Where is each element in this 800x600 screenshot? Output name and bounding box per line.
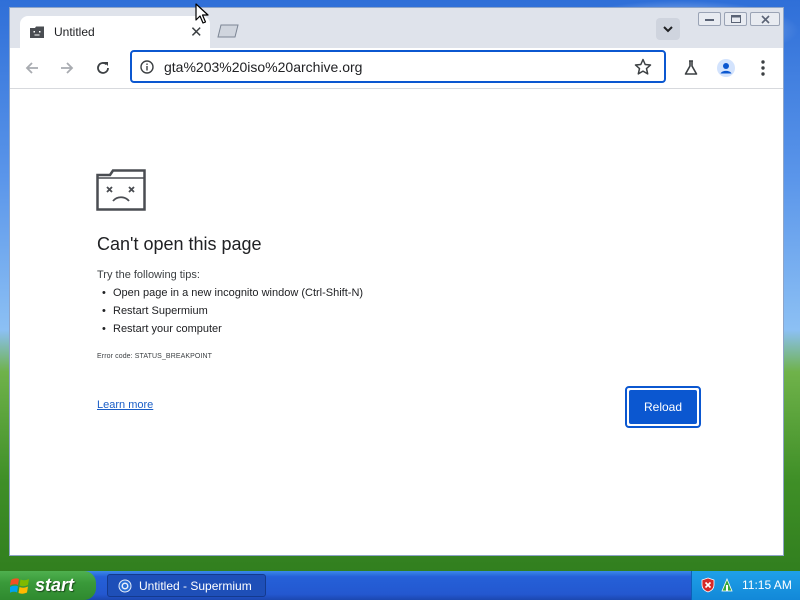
windows-logo-icon xyxy=(10,577,29,594)
tab-untitled[interactable]: Untitled ✕ xyxy=(20,16,210,48)
clock: 11:15 AM xyxy=(742,578,792,592)
bookmark-star-icon[interactable] xyxy=(634,58,652,76)
new-tab-icon[interactable] xyxy=(217,24,239,38)
tab-search-button[interactable] xyxy=(656,18,680,40)
error-code: Error code: STATUS_BREAKPOINT xyxy=(97,353,213,360)
sad-folder-favicon-icon xyxy=(30,26,44,38)
sad-folder-icon xyxy=(96,169,146,211)
network-icon[interactable] xyxy=(720,577,734,593)
tip-item: Open page in a new incognito window (Ctr… xyxy=(102,284,363,302)
address-bar[interactable]: gta%203%20iso%20archive.org xyxy=(130,50,666,83)
system-tray: 11:15 AM xyxy=(691,571,800,600)
info-icon[interactable] xyxy=(140,60,154,74)
back-button[interactable] xyxy=(21,58,43,78)
reload-button-label: Reload xyxy=(629,390,697,424)
browser-window: Untitled ✕ gta%203%20iso%20archive.org C… xyxy=(9,7,784,556)
tips-heading: Try the following tips: xyxy=(97,269,200,281)
flask-icon xyxy=(684,60,698,75)
tab-strip: Untitled ✕ xyxy=(10,8,783,48)
tip-item: Restart your computer xyxy=(102,320,363,338)
supermium-icon xyxy=(118,579,132,592)
taskbar-item-label: Untitled - Supermium xyxy=(139,578,252,593)
mouse-cursor-icon xyxy=(195,3,209,24)
tab-title: Untitled xyxy=(54,25,95,39)
tips-list: Open page in a new incognito window (Ctr… xyxy=(102,284,363,338)
forward-arrow-icon xyxy=(61,62,74,74)
start-label: start xyxy=(35,575,75,595)
close-window-button[interactable] xyxy=(750,12,780,26)
menu-button[interactable] xyxy=(752,58,774,78)
minimize-button[interactable] xyxy=(698,12,721,26)
minimize-icon xyxy=(705,19,714,21)
refresh-icon xyxy=(97,62,109,74)
maximize-button[interactable] xyxy=(724,12,747,26)
restore-icon xyxy=(730,15,741,23)
forward-button[interactable] xyxy=(56,58,78,78)
kebab-menu-icon xyxy=(761,60,765,76)
close-icon xyxy=(760,14,770,24)
security-shield-icon[interactable] xyxy=(701,577,715,593)
url-text[interactable]: gta%203%20iso%20archive.org xyxy=(164,59,362,75)
taskbar-item-supermium[interactable]: Untitled - Supermium xyxy=(107,574,266,597)
labs-button[interactable] xyxy=(680,58,702,78)
error-page: Can't open this page Try the following t… xyxy=(10,89,783,555)
back-arrow-icon xyxy=(25,62,38,74)
profile-button[interactable] xyxy=(715,58,737,78)
taskbar: start Untitled - Supermium 11:15 AM xyxy=(0,571,800,600)
tip-item: Restart Supermium xyxy=(102,302,363,320)
tab-close-icon[interactable]: ✕ xyxy=(190,23,203,41)
error-title: Can't open this page xyxy=(97,234,262,254)
chevron-down-icon xyxy=(663,25,673,32)
learn-more-link[interactable]: Learn more xyxy=(97,399,153,411)
reload-button[interactable]: Reload xyxy=(625,386,701,428)
reload-toolbar-button[interactable] xyxy=(92,58,114,78)
browser-toolbar: gta%203%20iso%20archive.org xyxy=(10,48,783,89)
avatar-icon xyxy=(717,59,735,77)
start-button[interactable]: start xyxy=(0,571,96,600)
